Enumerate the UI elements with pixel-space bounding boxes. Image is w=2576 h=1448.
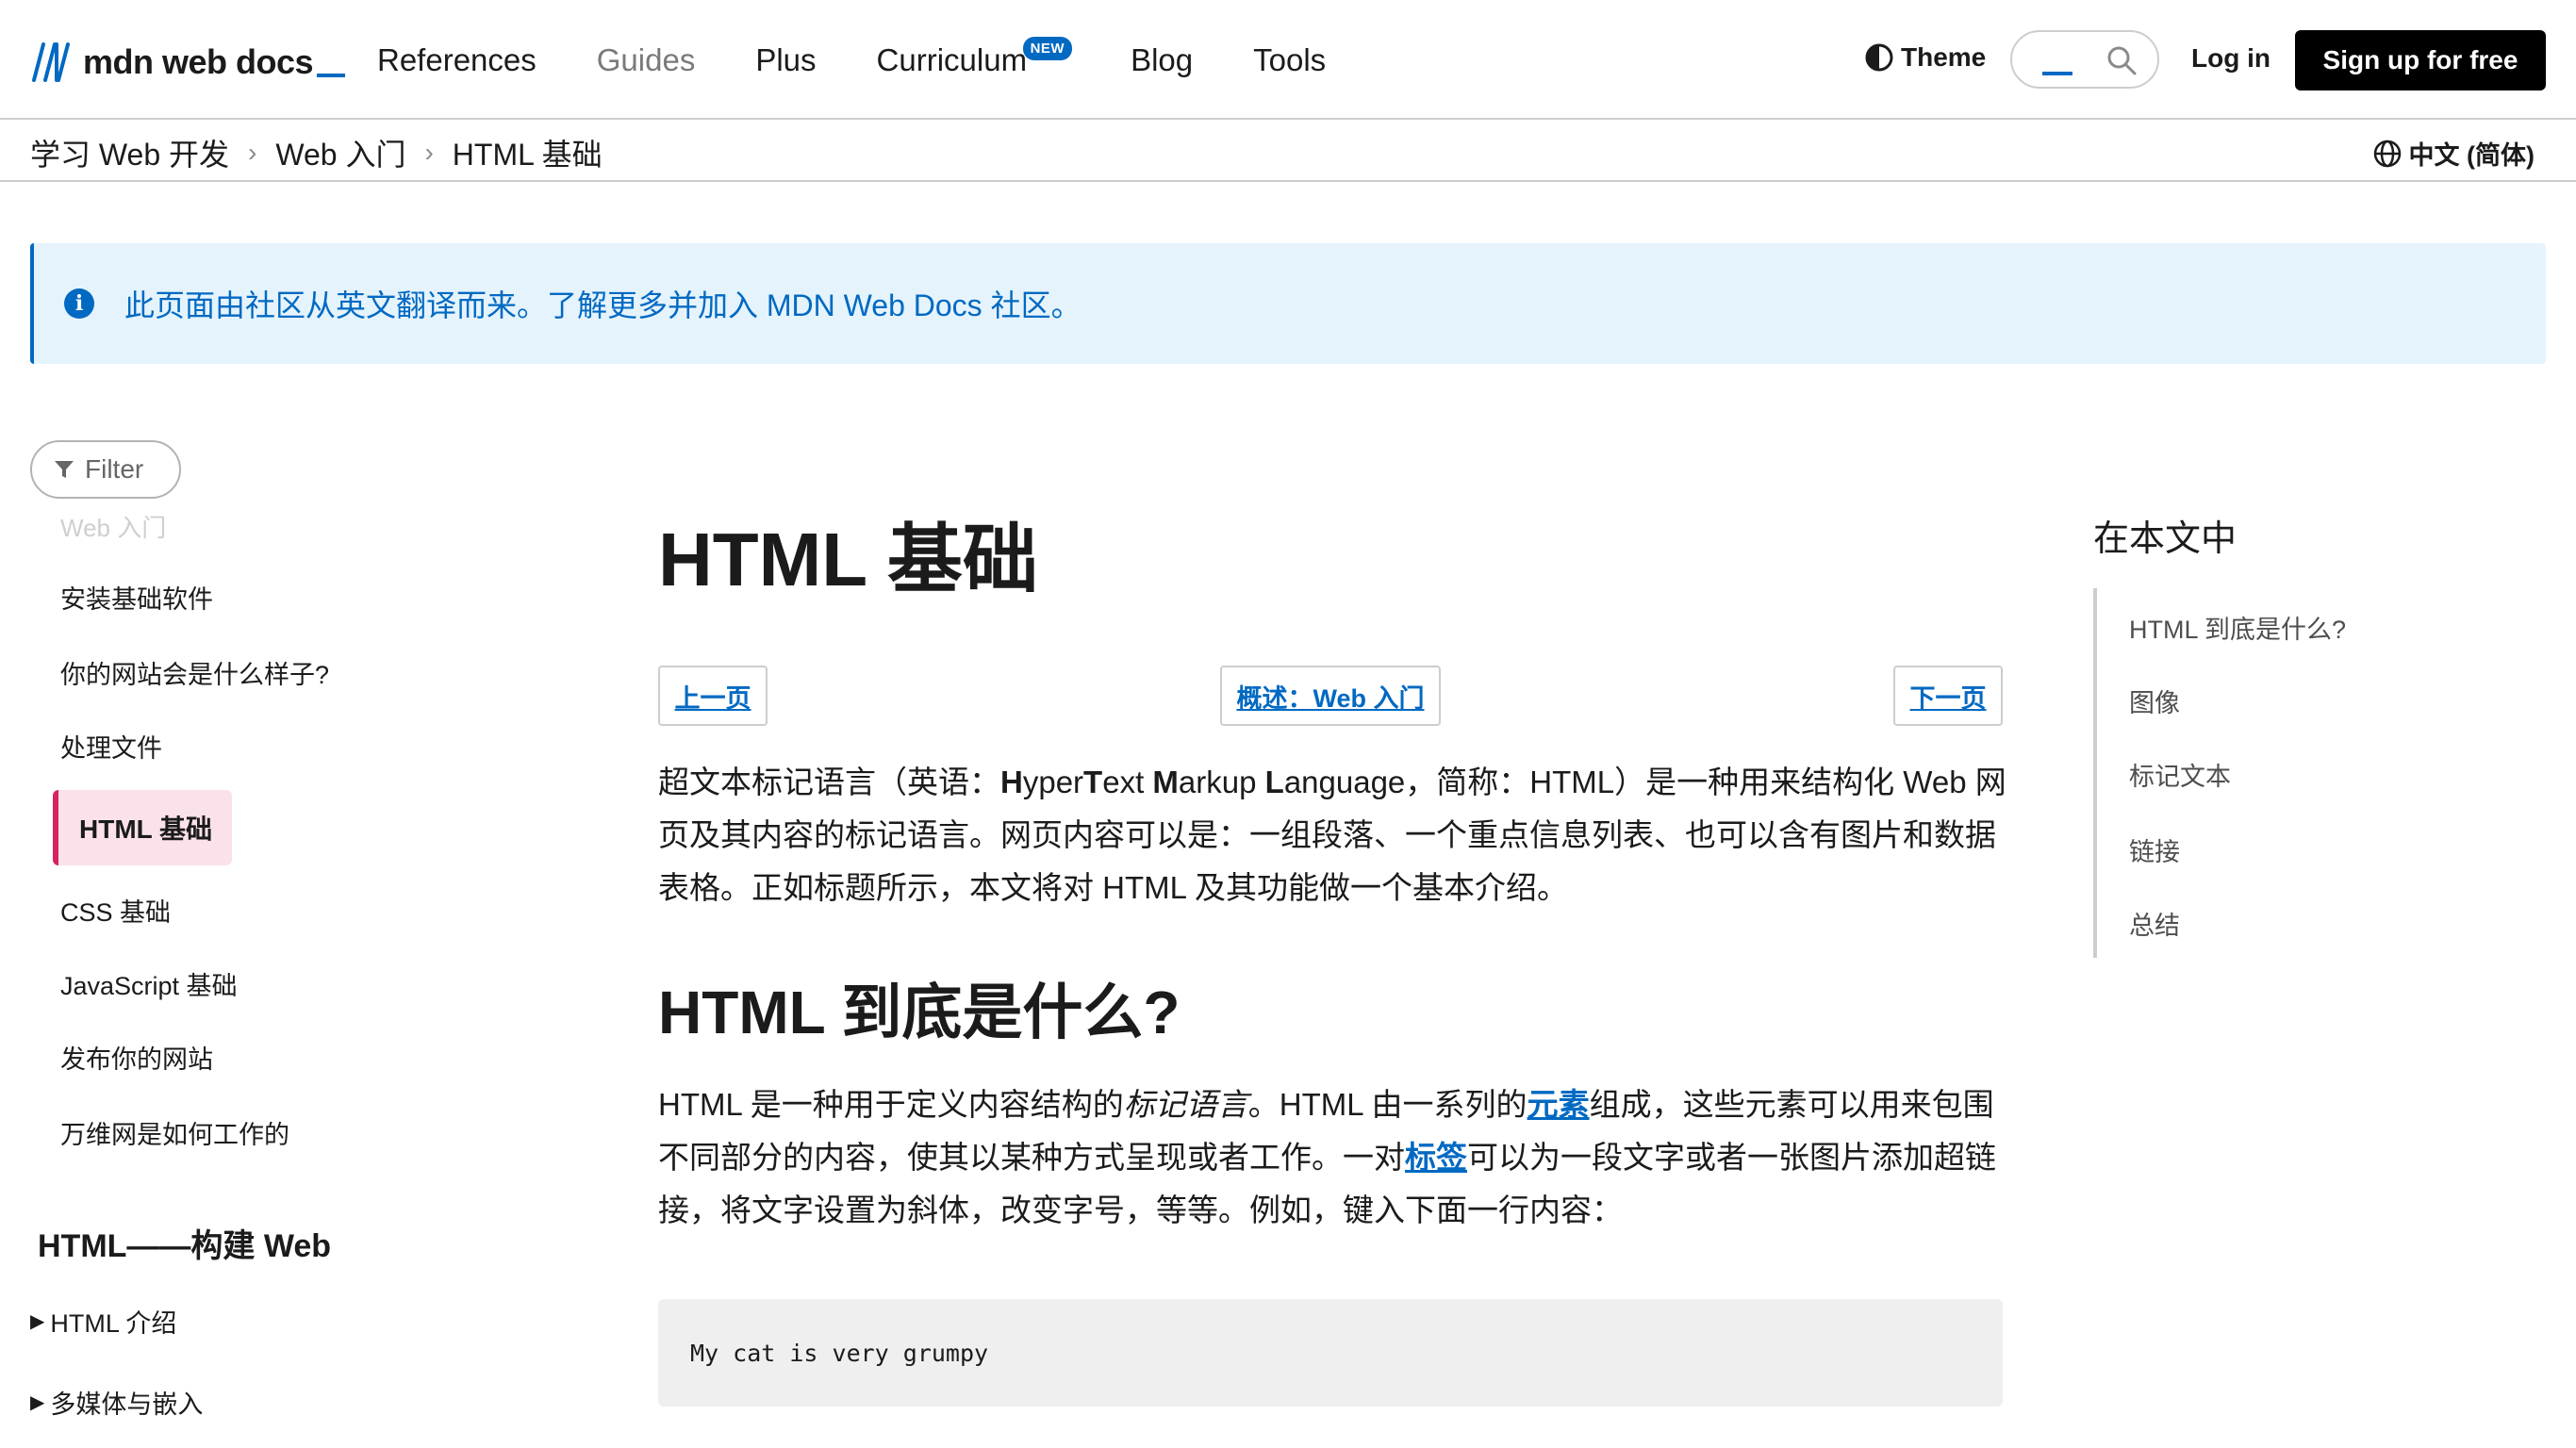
breadcrumb-bar: 学习 Web 开发 › Web 入门 › HTML 基础 中文 (简体)	[0, 120, 2576, 182]
sidebar-expander-label: HTML 介绍	[50, 1309, 177, 1338]
search-icon	[2107, 46, 2137, 75]
sidebar-item[interactable]: CSS 基础	[60, 892, 171, 929]
code-text: My cat is very grumpy	[690, 1339, 989, 1367]
nav-references[interactable]: References	[377, 42, 537, 78]
element-link[interactable]: 元素	[1527, 1087, 1590, 1122]
sidebar-item-faded[interactable]: Web 入门	[60, 509, 166, 544]
emphasis-text: 标记语言	[1123, 1087, 1248, 1122]
sidebar-expander[interactable]: ▶ 多媒体与嵌入	[30, 1384, 203, 1421]
breadcrumb: 学习 Web 开发 › Web 入门 › HTML 基础	[30, 131, 603, 174]
filter-button[interactable]: Filter	[30, 440, 181, 499]
theme-icon	[1865, 43, 1893, 72]
intro-text: ext	[1102, 765, 1153, 799]
nav-tools[interactable]: Tools	[1253, 42, 1326, 78]
expand-triangle-icon: ▶	[30, 1392, 45, 1413]
section-heading: HTML 到底是什么?	[658, 979, 1181, 1046]
logo-text: mdn web docs	[83, 42, 314, 81]
sidebar-section-title: HTML——构建 Web	[38, 1228, 332, 1264]
sidebar-item[interactable]: 万维网是如何工作的	[60, 1114, 289, 1151]
search-caret	[2042, 72, 2072, 75]
main-nav: References Guides Plus Curriculum NEW Bl…	[377, 34, 1386, 87]
filter-icon	[55, 461, 74, 478]
code-example: My cat is very grumpy	[658, 1299, 2003, 1407]
sidebar-item[interactable]: 发布你的网站	[60, 1039, 213, 1076]
search-input[interactable]	[2010, 30, 2159, 89]
tag-link[interactable]: 标签	[1405, 1140, 1467, 1175]
toc-title: 在本文中	[2093, 519, 2237, 559]
intro-text: yper	[1022, 765, 1084, 799]
intro-text: arkup	[1178, 765, 1265, 799]
login-link[interactable]: Log in	[2191, 43, 2271, 74]
sidebar-item[interactable]: 处理文件	[60, 728, 162, 765]
paragraph-text: HTML 是一种用于定义内容结构的	[658, 1087, 1124, 1122]
intro-text: anguage	[1283, 765, 1406, 799]
toc-item[interactable]: 链接	[2129, 831, 2180, 868]
breadcrumb-separator: ›	[248, 138, 257, 167]
theme-button[interactable]: Theme	[1863, 41, 1986, 74]
intro-initial: H	[1000, 765, 1023, 799]
logo-cursor	[317, 74, 346, 77]
globe-icon	[2373, 140, 2401, 167]
overview-button[interactable]: 概述：Web 入门	[1220, 666, 1441, 726]
mdn-logo-icon	[32, 42, 70, 82]
expand-triangle-icon: ▶	[30, 1311, 45, 1332]
mdn-logo[interactable]: mdn web docs	[30, 38, 346, 87]
sidebar-item[interactable]: JavaScript 基础	[60, 965, 238, 1002]
paragraph-text: 。HTML 由一系列的	[1247, 1087, 1527, 1122]
info-icon: i	[64, 288, 94, 319]
translation-notice: i 此页面由社区从英文翻译而来。了解更多并加入 MDN Web Docs 社区。	[30, 243, 2546, 364]
breadcrumb-separator: ›	[424, 138, 434, 167]
prev-page-button[interactable]: 上一页	[658, 666, 768, 726]
sidebar-expander[interactable]: ▶ HTML 介绍	[30, 1303, 176, 1340]
toc-item[interactable]: 总结	[2129, 905, 2180, 942]
signup-button[interactable]: Sign up for free	[2295, 30, 2546, 90]
toc-item[interactable]: HTML 到底是什么?	[2129, 609, 2346, 646]
theme-label: Theme	[1901, 42, 1987, 72]
language-label: 中文 (简体)	[2408, 141, 2535, 170]
filter-label: Filter	[85, 454, 144, 484]
breadcrumb-getting-started[interactable]: Web 入门	[275, 131, 405, 174]
next-page-button[interactable]: 下一页	[1893, 666, 2003, 726]
toc-item[interactable]: 图像	[2129, 683, 2180, 719]
what-is-html-paragraph: HTML 是一种用于定义内容结构的标记语言。HTML 由一系列的元素组成，这些元…	[658, 1078, 2006, 1237]
breadcrumb-html-basics[interactable]: HTML 基础	[453, 131, 603, 174]
page-title: HTML 基础	[658, 518, 1038, 601]
nav-curriculum-label: Curriculum	[876, 42, 1028, 77]
nav-plus[interactable]: Plus	[755, 42, 816, 78]
sidebar-item-active[interactable]: HTML 基础	[53, 790, 232, 865]
nav-guides[interactable]: Guides	[597, 42, 696, 78]
notice-text[interactable]: 此页面由社区从英文翻译而来。了解更多并加入 MDN Web Docs 社区。	[124, 282, 1082, 325]
toc-item[interactable]: 标记文本	[2129, 756, 2231, 793]
sidebar-item[interactable]: 你的网站会是什么样子?	[60, 654, 329, 691]
new-badge: NEW	[1022, 37, 1073, 60]
sidebar-expander-label: 多媒体与嵌入	[50, 1390, 204, 1419]
nav-blog[interactable]: Blog	[1131, 42, 1193, 78]
intro-text: 超文本标记语言（英语：	[658, 765, 1000, 799]
nav-curriculum[interactable]: Curriculum NEW	[876, 37, 1073, 78]
toc-list: HTML 到底是什么? 图像 标记文本 链接 总结	[2093, 588, 2376, 958]
top-header: mdn web docs References Guides Plus Curr…	[0, 0, 2576, 120]
breadcrumb-learn[interactable]: 学习 Web 开发	[30, 131, 229, 174]
sidebar-item[interactable]: 安装基础软件	[60, 579, 213, 616]
intro-initial: M	[1152, 765, 1179, 799]
language-selector[interactable]: 中文 (简体)	[2371, 135, 2535, 172]
intro-initial: T	[1083, 765, 1103, 799]
intro-initial: L	[1264, 765, 1284, 799]
intro-paragraph: 超文本标记语言（英语：HyperText Markup Language，简称：…	[658, 756, 2006, 914]
